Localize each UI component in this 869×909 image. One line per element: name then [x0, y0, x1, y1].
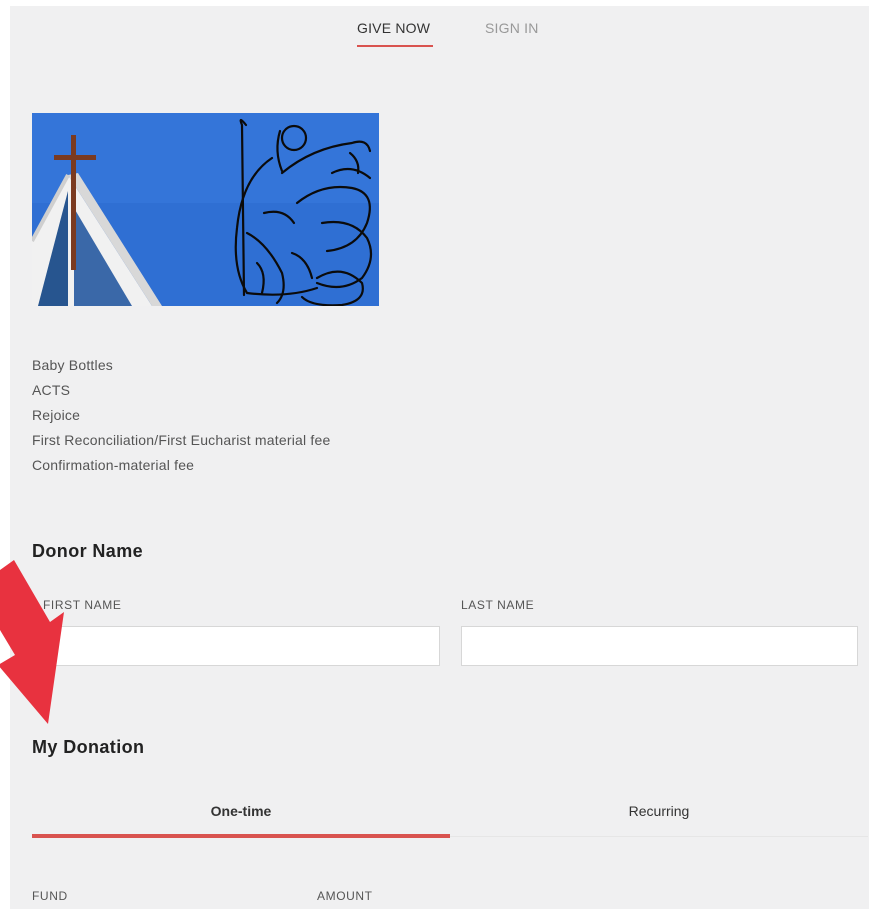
fund-item-confirmation: Confirmation-material fee [32, 457, 195, 473]
amount-column-label: AMOUNT [317, 889, 373, 903]
tab-recurring[interactable]: Recurring [450, 792, 868, 830]
last-name-label: LAST NAME [461, 598, 535, 612]
my-donation-heading: My Donation [32, 737, 145, 757]
fund-column-label: FUND [32, 889, 68, 903]
one-time-active-indicator [32, 834, 450, 838]
fund-item-acts: ACTS [32, 382, 71, 398]
last-name-field[interactable] [461, 626, 858, 666]
fund-item-first-reconciliation: First Reconciliation/First Eucharist mat… [32, 432, 331, 448]
first-name-field[interactable] [32, 626, 440, 666]
donor-name-heading: Donor Name [32, 541, 144, 561]
tab-give-now[interactable]: GIVE NOW [357, 20, 430, 36]
tab-divider [450, 836, 868, 837]
fund-item-baby-bottles: Baby Bottles [32, 357, 113, 373]
tab-sign-in[interactable]: SIGN IN [485, 20, 539, 36]
give-now-active-indicator [357, 45, 433, 47]
fund-list: Baby Bottles ACTS Rejoice First Reconcil… [32, 353, 330, 478]
fund-item-rejoice: Rejoice [32, 407, 81, 423]
parish-banner-image [32, 113, 379, 306]
red-arrow-icon [0, 560, 70, 735]
tab-one-time[interactable]: One-time [32, 792, 450, 830]
